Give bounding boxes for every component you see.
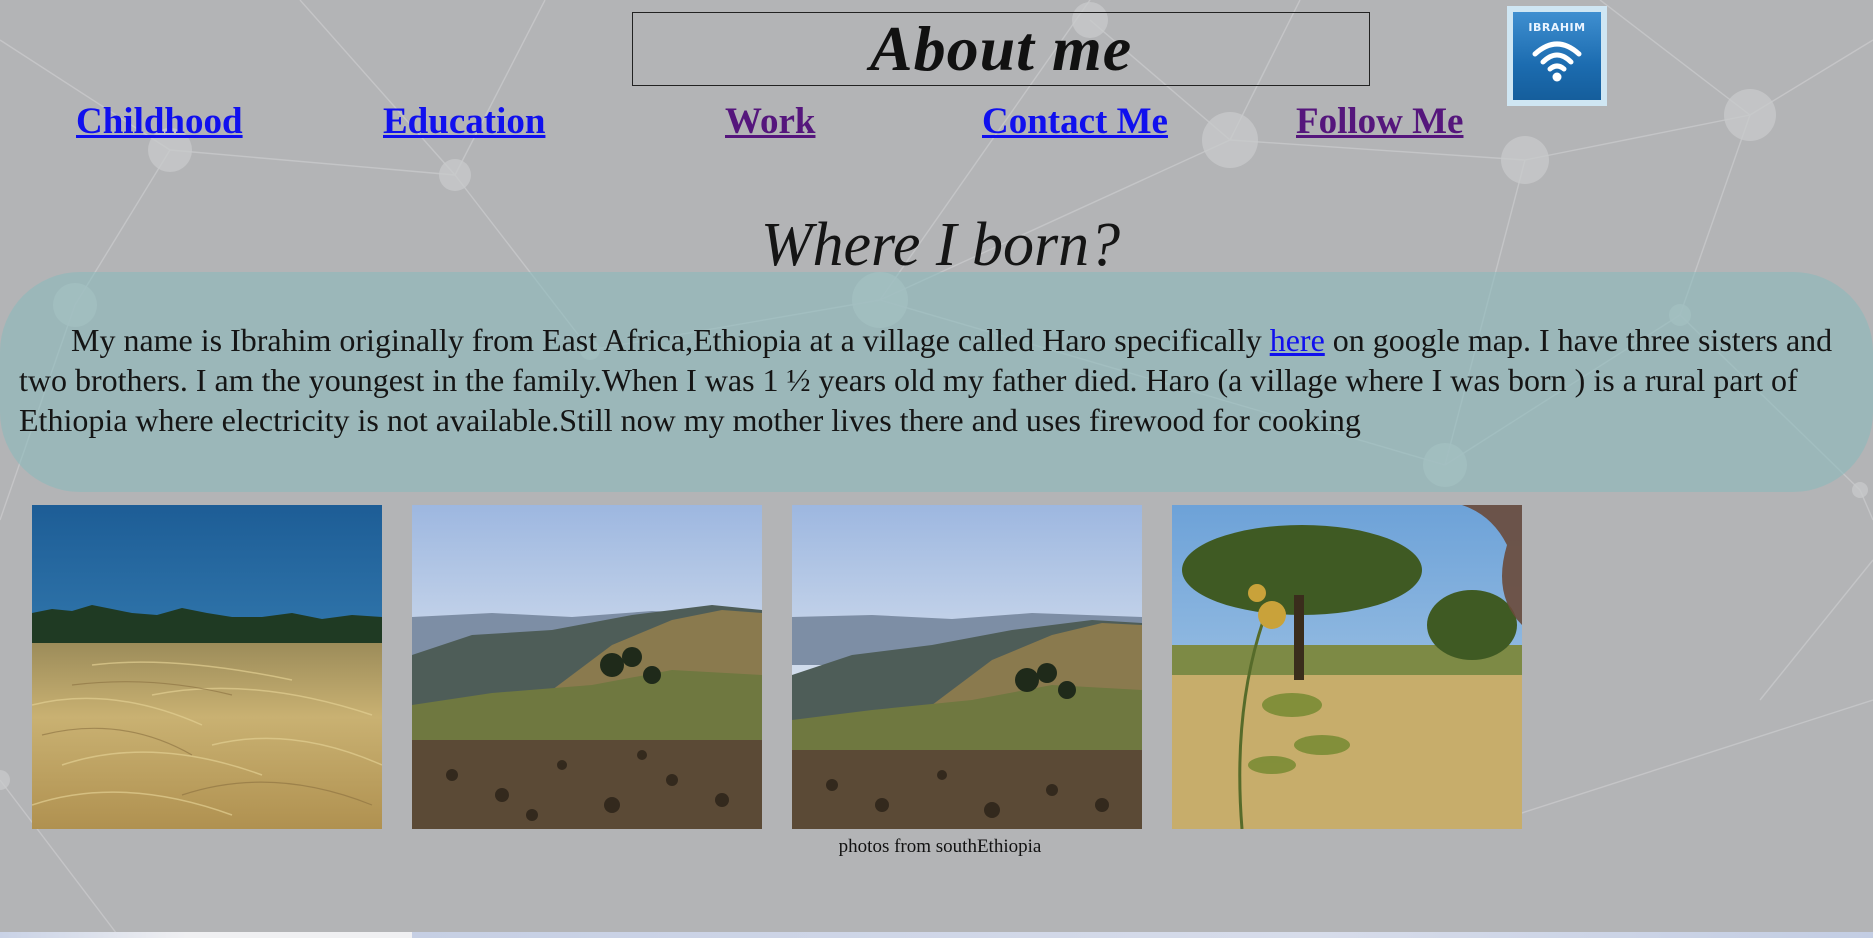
nav-link-education[interactable]: Education [383,101,545,143]
logo[interactable]: IBRAHIM [1507,6,1607,106]
page-title-box: About me [632,12,1370,86]
nav-link-follow-me[interactable]: Follow Me [1296,101,1463,143]
photo-valley-2 [792,505,1142,829]
bio-text-start: My name is Ibrahim originally from East … [71,322,1270,358]
bio-paragraph: My name is Ibrahim originally from East … [19,320,1859,440]
wifi-icon [1532,41,1582,82]
page-title: About me [869,13,1133,84]
photo-grass-field [32,505,382,829]
photo-tree-sunflower [1172,505,1522,829]
map-link[interactable]: here [1270,322,1325,358]
photos-caption: photos from southEthiopia [838,836,1042,857]
photo-valley-1 [412,505,762,829]
bottom-edge [0,932,1873,938]
nav-link-work[interactable]: Work [725,101,815,143]
logo-badge: IBRAHIM [1513,12,1601,100]
section-heading: Where I born? [760,211,1121,279]
nav-link-childhood[interactable]: Childhood [76,101,243,143]
nav-link-contact-me[interactable]: Contact Me [982,101,1168,143]
logo-text: IBRAHIM [1528,21,1586,34]
